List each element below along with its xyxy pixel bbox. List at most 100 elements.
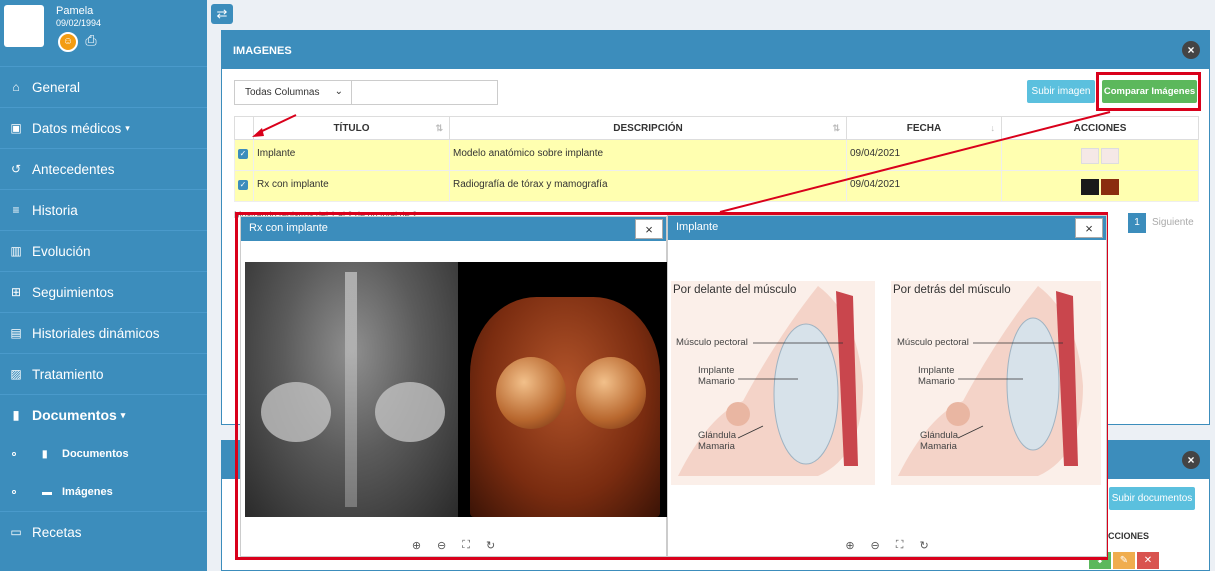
zoom-out-icon[interactable]: ⊖: [871, 539, 880, 552]
home-icon: ⌂: [12, 80, 20, 94]
sidebar-item-label: Historiales dinámicos: [32, 325, 160, 341]
image-viewer-right: Implante × Por delante del músculo Por d…: [667, 215, 1107, 557]
xray-implant-right-shape: [375, 382, 445, 442]
panel-title: IMAGENES: [233, 45, 292, 57]
sidebar-item-datos-medicos[interactable]: ▣ Datos médicos ▾: [0, 107, 207, 148]
image-thumbnail[interactable]: [1081, 179, 1099, 195]
viewer-header: Rx con implante ×: [241, 217, 666, 241]
sidebar-subitem-documentos[interactable]: ▮ Documentos: [0, 435, 207, 473]
sidebar-item-label: Evolución: [32, 243, 91, 259]
sidebar-item-recetas[interactable]: ▭ Recetas: [0, 511, 207, 552]
diagram-title-front: Por delante del músculo: [673, 284, 797, 296]
label-pectoral-front: Músculo pectoral: [676, 337, 748, 348]
sidebar-item-label: Historia: [32, 202, 78, 218]
delete-icon[interactable]: ✕: [1137, 552, 1159, 569]
column-header-title[interactable]: TÍTULO ⇅: [253, 116, 450, 140]
sort-icon: ⇅: [435, 123, 443, 133]
label-implant-behind-2: Mamario: [918, 376, 955, 387]
sidebar-item-documentos[interactable]: ▮ Documentos ▾: [0, 394, 207, 435]
image-thumbnail[interactable]: [1101, 179, 1119, 195]
checkbox-checked-icon[interactable]: ✓: [238, 149, 248, 159]
bar-chart-icon: ▥: [10, 244, 22, 258]
label-gland-behind-2: Mamaria: [920, 441, 957, 452]
ct-implant-right-shape: [576, 357, 646, 429]
implant-diagram-drawing: [678, 286, 1083, 476]
viewer-toolbar: ⊕ ⊖ ⛶ ↻: [241, 539, 666, 552]
row-checkbox-cell[interactable]: ✓: [234, 139, 254, 171]
search-input[interactable]: [351, 80, 498, 105]
checkbox-checked-icon[interactable]: ✓: [238, 180, 248, 190]
sidebar-item-label: Datos médicos: [32, 120, 122, 136]
image-thumbnail[interactable]: [1101, 148, 1119, 164]
sidebar-item-label: Documentos: [32, 407, 117, 423]
column-header-description[interactable]: DESCRIPCIÓN ⇅: [449, 116, 847, 140]
close-icon[interactable]: ×: [1182, 41, 1200, 59]
chevron-down-icon: ▾: [120, 409, 126, 420]
zoom-in-icon[interactable]: ⊕: [412, 539, 421, 552]
sidebar-subitem-imagenes[interactable]: ▬ Imágenes: [0, 473, 207, 511]
zoom-out-icon[interactable]: ⊖: [437, 539, 446, 552]
close-icon[interactable]: ×: [635, 219, 663, 239]
images-table: TÍTULO ⇅ DESCRIPCIÓN ⇅ FECHA ↓ ACCIONES ✓ I…: [234, 116, 1199, 202]
row-checkbox-cell[interactable]: ✓: [234, 170, 254, 202]
rotate-icon[interactable]: ↻: [919, 539, 928, 552]
label-implant-front-2: Mamario: [698, 376, 735, 387]
viewer-toolbar: ⊕ ⊖ ⛶ ↻: [668, 539, 1106, 552]
edit-icon[interactable]: ✎: [1113, 552, 1135, 569]
pagination-page[interactable]: 1: [1128, 213, 1146, 233]
sidebar-item-label: General: [32, 79, 81, 95]
column-header-actions: ACCIONES: [1101, 531, 1149, 541]
bullet-icon: [12, 452, 16, 456]
fullscreen-icon[interactable]: ⛶: [896, 539, 904, 552]
sort-icon: ⇅: [832, 123, 840, 133]
nipple-shape-right: [946, 402, 970, 426]
upload-image-button[interactable]: Subir imagen: [1027, 80, 1095, 103]
patient-dob: 09/02/1994: [56, 18, 102, 28]
ct-3d-image: [458, 262, 669, 517]
history-icon: ↺: [10, 162, 22, 176]
sidebar-item-label: Tratamiento: [32, 366, 104, 382]
patient-status-icon[interactable]: ☺: [58, 32, 78, 52]
row-description: Radiografía de tórax y mamografía: [449, 170, 847, 202]
upload-documents-button[interactable]: Subir documentos: [1109, 487, 1195, 510]
rotate-icon[interactable]: ↻: [486, 539, 495, 552]
row-title: Implante: [253, 139, 450, 171]
sidebar-item-tratamiento[interactable]: ▨ Tratamiento: [0, 353, 207, 394]
file-plus-icon: ▨: [10, 367, 22, 381]
label-gland-behind: Glándula: [920, 430, 959, 441]
column-filter-select[interactable]: Todas Columnas ⌄: [234, 80, 352, 105]
label-gland-front-2: Mamaria: [698, 441, 735, 452]
row-title: Rx con implante: [253, 170, 450, 202]
xray-image: [245, 262, 458, 517]
sidebar-item-general[interactable]: ⌂ General: [0, 66, 207, 107]
nipple-shape-left: [726, 402, 750, 426]
row-actions: [1001, 139, 1199, 171]
close-icon[interactable]: ×: [1182, 451, 1200, 469]
image-thumbnail[interactable]: [1081, 148, 1099, 164]
swap-icon[interactable]: ⇄: [211, 4, 233, 24]
implant-shape-left: [773, 323, 839, 465]
panel-header: IMAGENES ×: [222, 31, 1209, 69]
plus-square-icon: ⊞: [10, 285, 22, 299]
sidebar-item-seguimientos[interactable]: ⊞ Seguimientos: [0, 271, 207, 312]
avatar: [4, 5, 44, 47]
file-icon: ▮: [42, 448, 48, 460]
table-row[interactable]: ✓ Implante Modelo anatómico sobre implan…: [234, 139, 1199, 171]
sidebar-subitem-label: Imágenes: [62, 486, 113, 498]
pagination-next[interactable]: Siguiente: [1152, 217, 1194, 228]
sidebar-item-evolucion[interactable]: ▥ Evolución: [0, 230, 207, 271]
sidebar-item-historia[interactable]: ≡ Historia: [0, 189, 207, 230]
print-icon[interactable]: ⎙: [82, 31, 100, 49]
xray-implant-left-shape: [261, 382, 331, 442]
sidebar-item-antecedentes[interactable]: ↺ Antecedentes: [0, 148, 207, 189]
table-row[interactable]: ✓ Rx con implante Radiografía de tórax y…: [234, 170, 1199, 202]
patient-name: Pamela: [56, 5, 94, 17]
label-gland-front: Glándula: [698, 430, 737, 441]
patient-profile: Pamela 09/02/1994 ☺ ⎙: [0, 0, 207, 66]
label-implant-behind: Implante: [918, 365, 955, 376]
zoom-in-icon[interactable]: ⊕: [845, 539, 854, 552]
column-header-date[interactable]: FECHA ↓: [846, 116, 1002, 140]
sidebar-item-historiales-dinamicos[interactable]: ▤ Historiales dinámicos: [0, 312, 207, 353]
sidebar-item-label: Antecedentes: [32, 161, 115, 177]
fullscreen-icon[interactable]: ⛶: [462, 539, 470, 552]
